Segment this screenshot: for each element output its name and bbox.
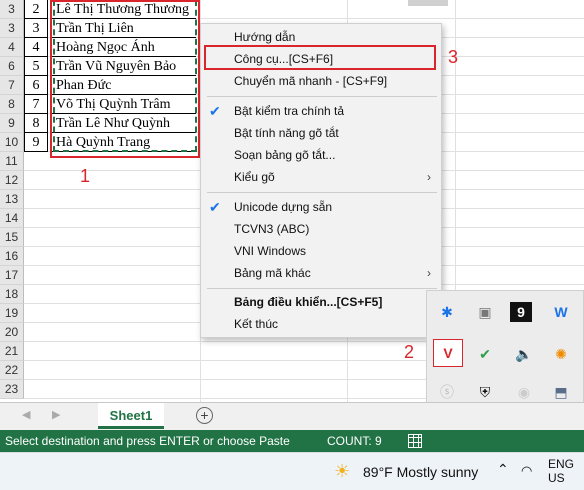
menu-separator (207, 96, 437, 97)
row-header[interactable]: 13 (0, 190, 24, 209)
menu-item-vni-windows[interactable]: VNI Windows (201, 240, 441, 262)
menu-separator (207, 192, 437, 193)
windows-taskbar: ☀ 89°F Mostly sunny ⌃ ◠ ENG US (0, 452, 584, 490)
wifi-icon[interactable]: ◠ (521, 463, 532, 479)
row-header[interactable]: 23 (0, 380, 24, 399)
menu-item-soan-bang-go-tat[interactable]: Soạn bảng gõ tắt... (201, 144, 441, 166)
row-header[interactable]: 9 (0, 114, 24, 133)
menu-item-bang-ma-khac[interactable]: Bảng mã khác › (201, 262, 441, 284)
menu-item-unicode[interactable]: ✔ Unicode dựng sẵn (201, 196, 441, 218)
menu-item-label: Bảng mã khác (234, 266, 311, 280)
menu-item-kieu-go[interactable]: Kiểu gõ › (201, 166, 441, 188)
tab-sheet1[interactable]: Sheet1 (98, 403, 164, 429)
status-bar: Select destination and press ENTER or ch… (0, 430, 584, 452)
row-header[interactable]: 3 (0, 19, 24, 38)
scroll-right-icon[interactable]: ▶ (52, 408, 60, 421)
row-header[interactable]: 7 (0, 76, 24, 95)
annotation-box-1 (50, 0, 200, 158)
add-sheet-icon[interactable]: + (196, 407, 213, 424)
bluetooth-icon[interactable]: ✱ (433, 299, 461, 325)
weather-text[interactable]: 89°F Mostly sunny (363, 464, 478, 480)
language-indicator[interactable]: ENG US (548, 457, 574, 485)
annotation-label-3: 3 (448, 47, 459, 67)
row-header[interactable]: 21 (0, 342, 24, 361)
normal-view-icon[interactable] (408, 434, 422, 448)
lang-top: ENG (548, 457, 575, 471)
vietkey-context-menu: Hướng dẫn Công cụ...[CS+F6] Chuyển mã nh… (200, 23, 442, 338)
chevron-right-icon: › (427, 266, 431, 280)
annotation-label-1: 1 (80, 166, 91, 186)
menu-separator (207, 288, 437, 289)
menu-item-label: Kiểu gõ (234, 170, 275, 184)
vietkey-label: V (443, 345, 453, 361)
speaker-icon[interactable]: 🔈 (510, 341, 538, 367)
table-cell-number[interactable]: 5 (24, 57, 48, 76)
scroll-hint (408, 0, 448, 6)
security-check-icon[interactable]: ✔ (471, 341, 499, 367)
row-header[interactable]: 14 (0, 209, 24, 228)
row-header[interactable]: 20 (0, 323, 24, 342)
table-cell-number[interactable]: 8 (24, 114, 48, 133)
row-header[interactable]: 4 (0, 38, 24, 57)
row-header[interactable]: 11 (0, 152, 24, 171)
chevron-right-icon: › (427, 170, 431, 184)
status-count: COUNT: 9 (327, 434, 382, 448)
menu-item-ket-thuc[interactable]: Kết thúc (201, 313, 441, 335)
app-badge-icon[interactable]: 9 (510, 302, 532, 322)
vietkey-icon[interactable]: V (433, 339, 463, 367)
row-header[interactable]: 16 (0, 247, 24, 266)
menu-item-bang-dieu-khien[interactable]: Bảng điều khiển...[CS+F5] (201, 291, 441, 313)
row-header[interactable]: 15 (0, 228, 24, 247)
checkmark-icon: ✔ (209, 103, 221, 119)
avast-icon[interactable]: ✺ (547, 341, 575, 367)
table-cell-number[interactable]: 7 (24, 95, 48, 114)
row-header[interactable]: 8 (0, 95, 24, 114)
row-header[interactable]: 19 (0, 304, 24, 323)
status-message: Select destination and press ENTER or ch… (5, 434, 290, 448)
row-header[interactable]: 18 (0, 285, 24, 304)
menu-item-go-tat[interactable]: Bật tính năng gõ tắt (201, 122, 441, 144)
table-cell-number[interactable]: 6 (24, 76, 48, 95)
row-header[interactable]: 17 (0, 266, 24, 285)
row-header[interactable]: 12 (0, 171, 24, 190)
menu-item-label: Bật kiểm tra chính tả (234, 104, 345, 118)
menu-item-kiem-tra-chinh-ta[interactable]: ✔ Bật kiểm tra chính tả (201, 100, 441, 122)
sheet-tabs-bar: ◀ ▶ Sheet1 + (0, 402, 584, 430)
table-cell-number[interactable]: 3 (24, 19, 48, 38)
table-cell-number[interactable]: 2 (24, 0, 48, 19)
annotation-label-2: 2 (404, 342, 415, 362)
table-cell-number[interactable]: 9 (24, 133, 48, 152)
weather-sun-icon[interactable]: ☀ (334, 461, 350, 482)
wave-app-icon[interactable]: W (547, 299, 575, 325)
checkmark-icon: ✔ (209, 199, 221, 215)
annotation-box-3 (204, 45, 436, 70)
device-icon[interactable]: ▣ (471, 299, 499, 325)
scroll-left-icon[interactable]: ◀ (22, 408, 30, 421)
row-header[interactable]: 6 (0, 57, 24, 76)
chevron-up-icon[interactable]: ⌃ (497, 461, 509, 478)
row-header[interactable]: 3 (0, 0, 24, 19)
menu-item-label: Unicode dựng sẵn (234, 200, 333, 214)
row-header[interactable]: 10 (0, 133, 24, 152)
menu-item-tcvn3[interactable]: TCVN3 (ABC) (201, 218, 441, 240)
table-cell-number[interactable]: 4 (24, 38, 48, 57)
menu-item-chuyen-ma-nhanh[interactable]: Chuyển mã nhanh - [CS+F9] (201, 70, 441, 92)
row-header[interactable]: 22 (0, 361, 24, 380)
lang-bottom: US (548, 471, 565, 485)
